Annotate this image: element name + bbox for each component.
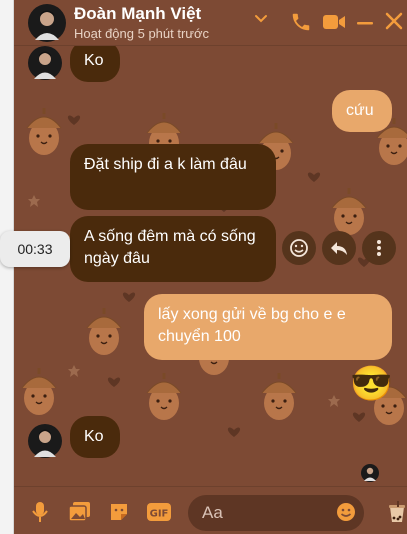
svg-text:GIF: GIF xyxy=(150,509,169,520)
contact-avatar-small xyxy=(28,424,62,458)
reply-icon xyxy=(331,242,347,255)
left-edge xyxy=(0,0,14,534)
contact-avatar-small xyxy=(28,46,62,80)
emoji-picker-icon[interactable] xyxy=(336,502,356,522)
more-options-button[interactable] xyxy=(362,231,396,265)
react-button[interactable] xyxy=(282,231,316,265)
video-call-icon[interactable] xyxy=(322,12,346,32)
gif-icon[interactable]: GIF xyxy=(146,501,172,523)
contact-status: Hoạt động 5 phút trước xyxy=(74,26,210,41)
chat-header: Đoàn Mạnh Việt Hoạt động 5 phút trước xyxy=(14,0,407,46)
message-bubble-outgoing[interactable]: lấy xong gửi về bg cho e e chuyển 100 xyxy=(144,294,392,360)
timestamp-tooltip: 00:33 xyxy=(0,231,70,267)
message-bubble-incoming[interactable]: Ko xyxy=(70,416,120,458)
emoji-message[interactable]: 😎 xyxy=(350,364,392,404)
contact-avatar[interactable] xyxy=(28,4,66,42)
bubble-tea-icon[interactable] xyxy=(388,501,406,523)
contact-name[interactable]: Đoàn Mạnh Việt xyxy=(74,4,201,24)
more-vertical-icon xyxy=(377,240,381,256)
phone-icon[interactable] xyxy=(290,11,312,33)
reply-button[interactable] xyxy=(322,231,356,265)
smiley-icon xyxy=(290,239,308,257)
message-list[interactable]: Ko cứu Đặt ship đi a k làm đâu A sống đê… xyxy=(14,40,407,486)
minimize-icon[interactable] xyxy=(355,13,375,33)
microphone-icon[interactable] xyxy=(32,501,48,523)
message-bubble-incoming[interactable]: Ko xyxy=(70,40,120,82)
message-bubble-outgoing[interactable]: cứu xyxy=(332,90,392,132)
photo-icon[interactable] xyxy=(68,501,92,523)
close-icon[interactable] xyxy=(383,10,405,32)
message-composer: GIF Aa xyxy=(14,486,407,534)
chevron-down-icon[interactable] xyxy=(254,12,268,26)
seen-avatar xyxy=(361,464,379,482)
message-bubble-incoming[interactable]: A sống đêm mà có sống ngày đâu xyxy=(70,216,276,282)
sticker-icon[interactable] xyxy=(108,501,130,523)
message-bubble-incoming[interactable]: Đặt ship đi a k làm đâu xyxy=(70,144,276,210)
chat-window: Đoàn Mạnh Việt Hoạt động 5 phút trước Ko… xyxy=(0,0,407,534)
